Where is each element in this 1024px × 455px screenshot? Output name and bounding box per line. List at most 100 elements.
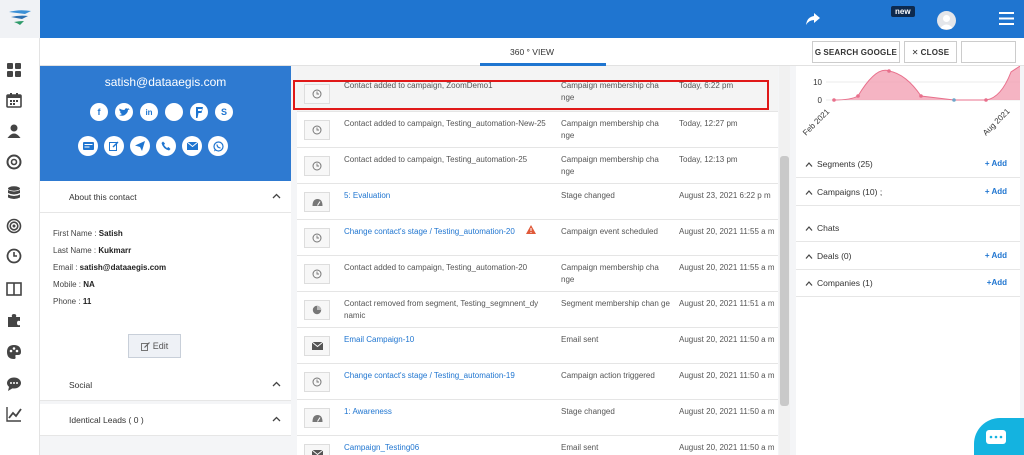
edit-button[interactable]: Edit	[128, 334, 181, 358]
timeline-description[interactable]: 1: Awareness	[344, 406, 554, 418]
gauge-icon	[304, 192, 330, 212]
timeline-row: Contact added to campaign, Testing_autom…	[297, 148, 778, 184]
chart-point	[856, 94, 860, 98]
app-logo[interactable]	[0, 0, 40, 38]
send-icon[interactable]	[130, 136, 150, 156]
close-icon: ✕	[911, 47, 919, 57]
email-icon[interactable]	[182, 136, 202, 156]
right-panel: 10 0 Feb 2021 Aug 2021 Segments (25) + Ad…	[796, 66, 1020, 455]
chart-area	[834, 66, 1020, 100]
about-section-header[interactable]: About this contact	[40, 181, 291, 213]
activity-timeline: Contact added to campaign, ZoomDemo1 Camp…	[297, 66, 778, 455]
target-icon[interactable]	[6, 218, 22, 234]
puzzle-icon[interactable]	[6, 312, 22, 328]
chevron-up-icon	[272, 416, 281, 422]
add-campaigns-button[interactable]: + Add	[985, 187, 1007, 196]
card-icon[interactable]	[78, 136, 98, 156]
timeline-event-type: Stage changed	[561, 191, 615, 200]
field-email: Email : satish@dataaegis.com	[53, 263, 167, 272]
contacts-icon[interactable]	[6, 123, 22, 139]
add-companies-button[interactable]: +Add	[987, 278, 1007, 287]
chart-point	[984, 98, 988, 102]
calendar-icon[interactable]	[6, 92, 22, 108]
top-bar: new	[0, 0, 1024, 38]
new-badge: new	[891, 6, 915, 17]
database-icon[interactable]	[6, 185, 22, 201]
clock-icon[interactable]	[6, 248, 22, 264]
timeline-time: August 20, 2021 11:50 a m	[679, 371, 775, 380]
chevron-up-icon	[272, 381, 281, 387]
close-button[interactable]: ✕ CLOSE	[904, 41, 957, 63]
timeline-description[interactable]: Email Campaign-10	[344, 334, 554, 346]
about-title: About this contact	[69, 192, 137, 202]
linkedin-icon[interactable]: in	[140, 103, 158, 121]
timeline-description: Contact added to campaign, Testing_autom…	[344, 119, 546, 128]
section-companies[interactable]: Companies (1) +Add	[796, 269, 1020, 297]
timeline-description[interactable]: Campaign_Testing06	[344, 442, 554, 454]
timeline-description[interactable]: Change contact's stage / Testing_automat…	[344, 226, 554, 238]
envelope-icon	[304, 444, 330, 455]
add-segments-button[interactable]: + Add	[985, 159, 1007, 168]
identical-leads-section-header[interactable]: Identical Leads ( 0 )	[40, 404, 291, 436]
contact-profile-header: satish@dataaegis.com f in S	[40, 66, 291, 181]
blank-button[interactable]	[961, 41, 1016, 63]
field-mobile: Mobile : NA	[53, 280, 95, 289]
skype-icon[interactable]: S	[215, 103, 233, 121]
y-tick-0: 0	[818, 96, 823, 105]
social-title: Social	[69, 380, 93, 390]
y-tick-10: 10	[813, 78, 822, 87]
left-nav	[0, 38, 40, 455]
section-deals[interactable]: Deals (0) + Add	[796, 242, 1020, 270]
chevron-up-icon	[805, 162, 813, 167]
section-campaigns[interactable]: Campaigns (10) ; + Add	[796, 178, 1020, 206]
share-icon[interactable]	[805, 11, 821, 27]
timeline-scrollbar[interactable]	[779, 66, 790, 455]
phone-icon[interactable]	[156, 136, 176, 156]
edit-note-icon[interactable]	[104, 136, 124, 156]
reports-chart-icon[interactable]	[6, 406, 22, 422]
chevron-up-icon	[805, 281, 813, 286]
scrollbar-thumb[interactable]	[780, 156, 789, 406]
timeline-event-type: Email sent	[561, 443, 599, 452]
sub-toolbar: 360 ° VIEW G SEARCH GOOGLE ✕ CLOSE	[40, 38, 1024, 66]
clock-icon	[304, 228, 330, 248]
social-section-header[interactable]: Social	[40, 369, 291, 401]
section-title: Campaigns (10) ;	[817, 187, 883, 197]
blank-social-icon[interactable]	[165, 103, 183, 121]
timeline-event-type: Campaign membership cha nge	[561, 263, 659, 284]
search-google-button[interactable]: G SEARCH GOOGLE	[812, 41, 900, 63]
hamburger-menu-icon[interactable]	[999, 12, 1014, 25]
timeline-description[interactable]: 5: Evaluation	[344, 190, 554, 202]
clock-icon	[304, 156, 330, 176]
section-segments[interactable]: Segments (25) + Add	[796, 150, 1020, 178]
edit-label: Edit	[152, 341, 169, 351]
timeline-row: Campaign_Testing06 Email sent August 20, 2…	[297, 436, 778, 455]
section-title: Deals (0)	[817, 251, 852, 261]
timeline-time: August 20, 2021 11:50 a m	[679, 443, 775, 452]
clock-icon	[304, 372, 330, 392]
whatsapp-icon[interactable]	[208, 136, 228, 156]
section-chats[interactable]: Chats	[796, 214, 1020, 242]
palette-icon[interactable]	[6, 344, 22, 360]
tab-360-view[interactable]: 360 ° VIEW	[510, 47, 554, 57]
close-label: CLOSE	[920, 47, 950, 57]
chevron-up-icon	[805, 226, 813, 231]
support-icon[interactable]	[6, 154, 22, 170]
add-deals-button[interactable]: + Add	[985, 251, 1007, 260]
foursquare-icon[interactable]	[190, 103, 208, 121]
timeline-row: 1: Awareness Stage changed August 20, 2021…	[297, 400, 778, 436]
dashboard-icon[interactable]	[6, 62, 22, 78]
facebook-icon[interactable]: f	[90, 103, 108, 121]
chat-icon[interactable]	[6, 376, 22, 392]
clock-icon	[304, 120, 330, 140]
twitter-icon[interactable]	[115, 103, 133, 121]
warning-icon	[526, 225, 536, 236]
columns-icon[interactable]	[6, 281, 22, 297]
timeline-time: August 20, 2021 11:50 a m	[679, 407, 775, 416]
chevron-up-icon	[272, 193, 281, 199]
timeline-row: Change contact's stage / Testing_automat…	[297, 220, 778, 256]
timeline-description[interactable]: Change contact's stage / Testing_automat…	[344, 370, 554, 382]
timeline-description: Contact added to campaign, Testing_autom…	[344, 263, 528, 272]
x-label-feb-2021: Feb 2021	[801, 107, 832, 138]
user-avatar[interactable]	[937, 11, 956, 30]
